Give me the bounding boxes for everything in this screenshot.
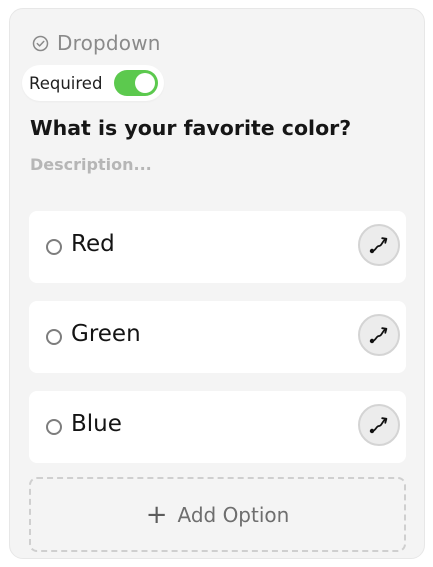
option-item[interactable]: Blue [29,391,406,463]
option-label[interactable]: Green [71,321,141,347]
dropdown-question-card: Dropdown Required What is your favorite … [9,8,425,559]
required-toggle-row[interactable]: Required [22,65,164,101]
option-item[interactable]: Green [29,301,406,373]
branch-arrow-icon [369,417,388,434]
branch-logic-button[interactable] [358,224,400,266]
radio-circle-icon [46,329,62,345]
branch-arrow-icon [369,327,388,344]
field-type-label: Dropdown [57,31,161,55]
radio-circle-icon [46,419,62,435]
add-option-label: Add Option [177,502,290,527]
required-label: Required [29,73,103,93]
add-option-button[interactable]: + Add Option [29,477,406,552]
question-title[interactable]: What is your favorite color? [30,116,351,140]
branch-logic-button[interactable] [358,404,400,446]
branch-arrow-icon [369,237,388,254]
description-field[interactable]: Description... [30,155,152,174]
toggle-knob [135,73,156,93]
plus-icon: + [145,499,168,530]
radio-circle-icon [46,239,62,255]
required-toggle[interactable] [114,70,159,96]
field-type-header: Dropdown [32,31,161,55]
option-label[interactable]: Blue [71,411,122,437]
branch-logic-button[interactable] [358,314,400,356]
check-circle-icon [32,35,49,52]
option-item[interactable]: Red [29,211,406,283]
option-label[interactable]: Red [71,231,115,257]
